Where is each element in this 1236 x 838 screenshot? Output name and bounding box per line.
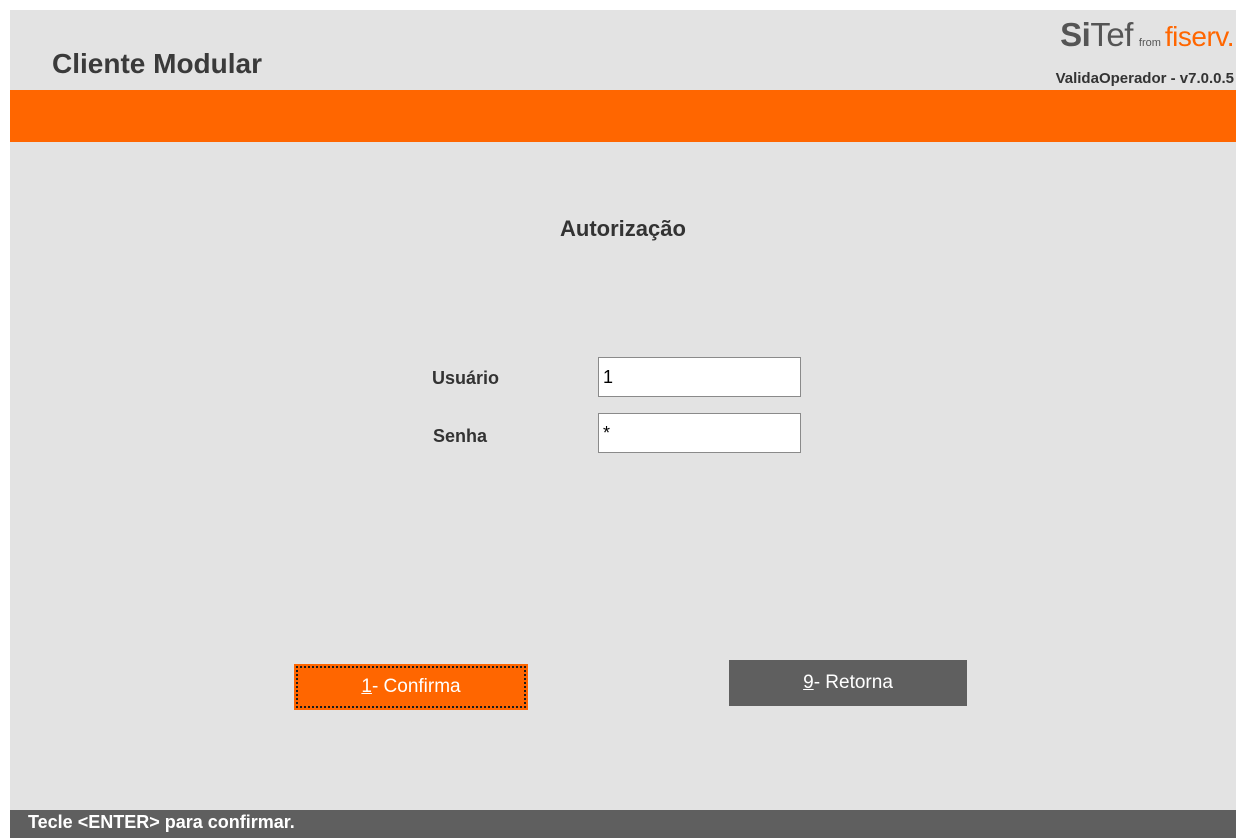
form-title: Autorização xyxy=(560,216,686,241)
sitef-logo-thin: Tef xyxy=(1090,16,1133,53)
version-label: ValidaOperador - v7.0.0.5 xyxy=(1055,70,1234,87)
header-accent-bar xyxy=(10,90,1236,142)
return-button-label: - Retorna xyxy=(813,672,893,693)
app-title: Cliente Modular xyxy=(52,48,263,79)
confirm-button-label: - Confirma xyxy=(371,676,461,697)
password-input[interactable]: * xyxy=(598,413,801,453)
status-bar: Tecle <ENTER> para confirmar. xyxy=(10,810,1236,838)
sitef-logo-text: SiTef xyxy=(1060,16,1133,54)
sitef-fiserv-logo: SiTef from fiserv. xyxy=(1060,16,1234,54)
fiserv-logo-text: fiserv. xyxy=(1164,21,1235,52)
sitef-logo-bold: Si xyxy=(1060,16,1091,53)
logo-from-text: from xyxy=(1138,37,1161,49)
return-shortcut-key: 9 xyxy=(803,672,814,693)
return-button[interactable]: 9 - Retorna xyxy=(729,660,967,706)
password-label: Senha xyxy=(433,426,488,446)
username-label: Usuário xyxy=(432,368,500,388)
username-input[interactable]: 1 xyxy=(598,357,801,397)
app-window: Cliente Modular SiTef from fiserv. Valid… xyxy=(10,10,1236,838)
confirm-shortcut-key: 1 xyxy=(361,676,372,697)
status-message: Tecle <ENTER> para confirmar. xyxy=(28,812,295,832)
confirm-button[interactable]: 1 - Confirma xyxy=(294,664,528,710)
